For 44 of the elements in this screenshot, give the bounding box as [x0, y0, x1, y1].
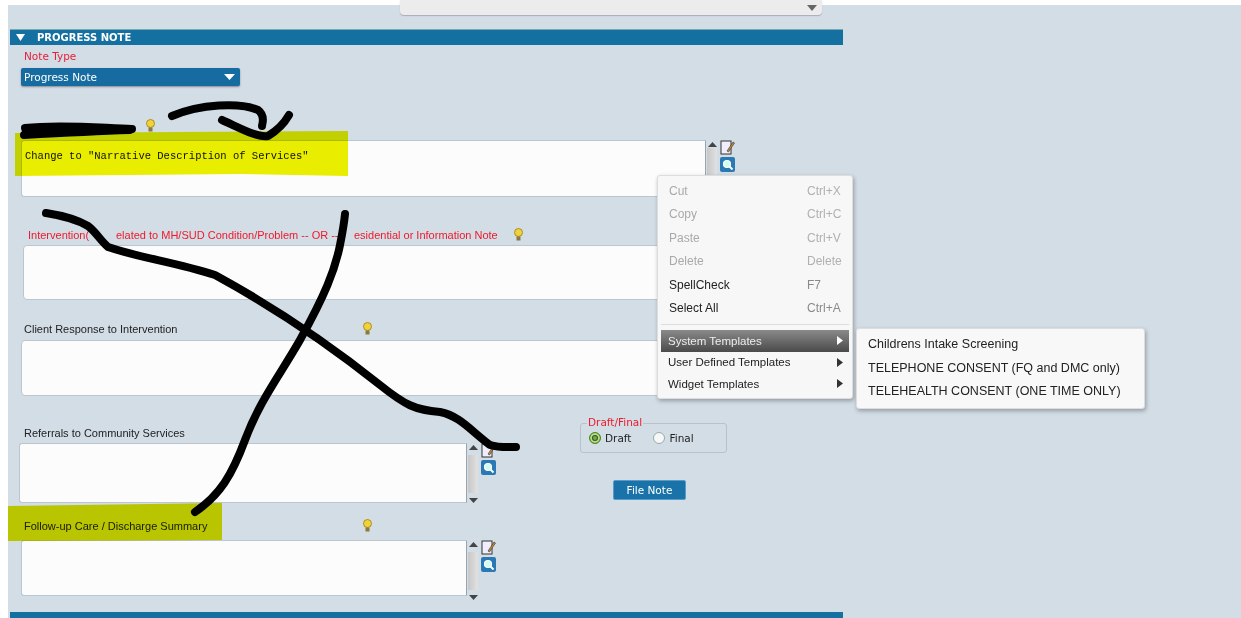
- scrollbar[interactable]: [467, 540, 479, 601]
- field-label: Intervention(: [28, 229, 91, 241]
- section-header[interactable]: PROGRESS NOTE: [10, 29, 843, 45]
- caret-icon: [807, 5, 817, 11]
- field-label: Client Response to Intervention: [24, 323, 179, 335]
- menu-item[interactable]: Widget Templates: [658, 373, 852, 395]
- caret-icon: [224, 74, 235, 80]
- submenu-arrow-icon: [837, 357, 843, 367]
- lightbulb-icon[interactable]: [513, 228, 523, 241]
- lightbulb-icon[interactable]: [363, 519, 372, 532]
- group-legend: Draft/Final: [587, 416, 644, 428]
- edit-icon[interactable]: [481, 443, 496, 458]
- file-note-button[interactable]: File Note: [613, 480, 686, 500]
- lightbulb-icon[interactable]: [363, 322, 372, 335]
- menu-item[interactable]: System Templates: [661, 330, 849, 352]
- submenu-arrow-icon: [837, 379, 843, 389]
- field-label: Referrals to Community Services: [24, 427, 185, 439]
- text-area[interactable]: [19, 443, 467, 503]
- field-label: esidential or Information Note: [354, 229, 498, 241]
- menu-item[interactable]: TELEHEALTH CONSENT (ONE TIME ONLY): [857, 380, 1144, 404]
- scroll-down-icon[interactable]: [467, 594, 479, 601]
- note-type-dropdown[interactable]: Progress Note: [21, 68, 240, 86]
- lightbulb-icon[interactable]: [146, 119, 155, 132]
- scroll-up-icon[interactable]: [467, 444, 479, 451]
- menu-item[interactable]: Childrens Intake Screening: [857, 333, 1144, 357]
- scrollbar[interactable]: [467, 443, 479, 504]
- menu-item[interactable]: TELEPHONE CONSENT (FQ and DMC only): [857, 356, 1144, 380]
- field-text: Change to "Narrative Description of Services": [25, 150, 309, 162]
- field-label: Follow-up Care / Discharge Summary: [24, 520, 209, 532]
- menu-item[interactable]: User Defined Templates: [658, 351, 852, 373]
- field-label: Note Type: [24, 50, 77, 62]
- search-icon[interactable]: [720, 157, 735, 172]
- radio-button[interactable]: [653, 432, 666, 444]
- submenu-arrow-icon: [837, 336, 843, 346]
- radio-button[interactable]: [589, 432, 601, 444]
- search-icon[interactable]: [481, 557, 496, 572]
- menu-item[interactable]: Select All Ctrl+A: [658, 296, 852, 320]
- scroll-down-icon[interactable]: [467, 497, 479, 504]
- menu-item[interactable]: SpellCheck F7: [658, 273, 852, 297]
- scroll-up-icon[interactable]: [467, 541, 479, 548]
- search-icon[interactable]: [481, 460, 496, 475]
- section-title: PROGRESS NOTE: [37, 32, 132, 43]
- radio-option[interactable]: Draft: [589, 432, 632, 444]
- radio-option[interactable]: Final: [653, 432, 694, 444]
